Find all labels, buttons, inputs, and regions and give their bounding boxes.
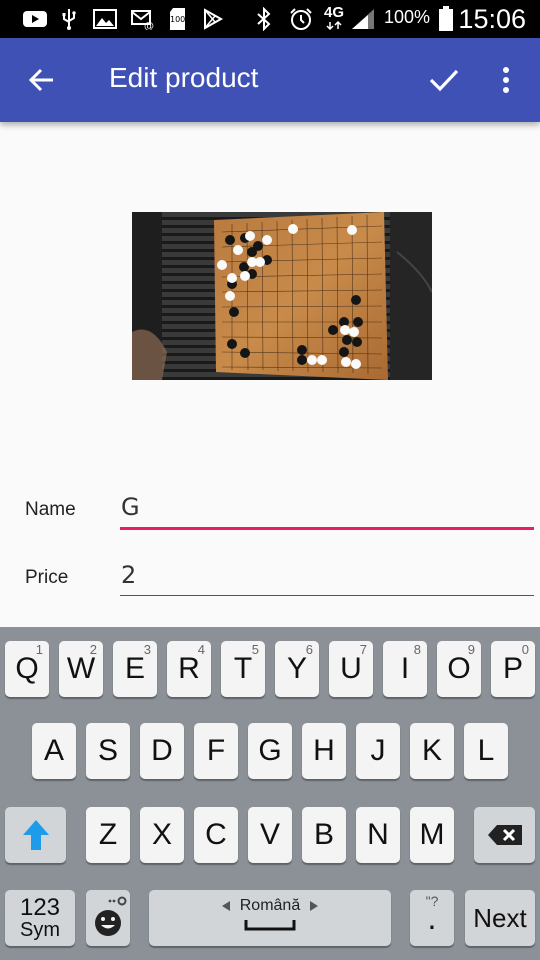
go-board-photo (132, 212, 432, 380)
back-button[interactable] (18, 60, 66, 100)
next-key[interactable]: Next (465, 890, 535, 946)
clock: 15:06 (458, 4, 526, 34)
keyboard: 1Q 2W 3E 4R 5T 6Y 7U 8I 9O 0P A S D F G … (0, 627, 540, 960)
shift-arrow-icon (22, 820, 49, 850)
notification-badge: 100 (170, 15, 186, 24)
save-button[interactable] (420, 58, 468, 102)
backspace-icon (487, 825, 522, 845)
space-key[interactable]: Română (149, 890, 391, 946)
key-k[interactable]: K (410, 723, 454, 779)
key-v[interactable]: V (248, 807, 292, 863)
price-label: Price (25, 567, 69, 588)
svg-text:@: @ (144, 21, 154, 30)
network-4g-icon: 4G (324, 4, 348, 30)
price-input[interactable] (120, 552, 534, 598)
check-icon (429, 69, 459, 92)
key-h[interactable]: H (302, 723, 346, 779)
key-y[interactable]: 6Y (275, 641, 319, 697)
key-m[interactable]: M (410, 807, 454, 863)
youtube-icon (22, 8, 48, 30)
space-bar-icon (244, 920, 296, 931)
key-t[interactable]: 5T (221, 641, 265, 697)
email-icon: @ (130, 8, 156, 30)
key-l[interactable]: L (464, 723, 508, 779)
status-bar: @ 100 4G 100% 15:06 (0, 0, 540, 38)
symbols-key[interactable]: 123 Sym (5, 890, 75, 946)
overflow-menu-button[interactable] (486, 58, 526, 102)
key-w[interactable]: 2W (59, 641, 103, 697)
key-z[interactable]: Z (86, 807, 130, 863)
symbols-key-top: 123 (19, 894, 61, 921)
symbols-key-bottom: Sym (20, 919, 60, 941)
name-underline (120, 527, 534, 530)
language-next-icon (310, 901, 319, 911)
emoji-icon (95, 896, 127, 936)
punctuation-key[interactable]: "? . (410, 890, 454, 946)
key-q[interactable]: 1Q (5, 641, 49, 697)
space-language-label: Română (239, 897, 301, 914)
battery-percent: 100% (384, 7, 431, 27)
key-n[interactable]: N (356, 807, 400, 863)
key-f[interactable]: F (194, 723, 238, 779)
key-c[interactable]: C (194, 807, 238, 863)
price-underline (120, 595, 534, 596)
name-input[interactable] (120, 484, 534, 530)
signal-icon (350, 8, 376, 30)
emoji-key[interactable] (86, 890, 130, 946)
play-store-icon (202, 8, 224, 30)
key-u[interactable]: 7U (329, 641, 373, 697)
language-prev-icon (221, 901, 230, 911)
key-j[interactable]: J (356, 723, 400, 779)
bluetooth-icon (254, 7, 274, 31)
product-image[interactable] (132, 212, 432, 380)
key-s[interactable]: S (86, 723, 130, 779)
key-e[interactable]: 3E (113, 641, 157, 697)
key-x[interactable]: X (140, 807, 184, 863)
app-bar: Edit product (0, 38, 540, 122)
key-a[interactable]: A (32, 723, 76, 779)
key-b[interactable]: B (302, 807, 346, 863)
sd-card-icon: 100 (168, 8, 188, 30)
key-g[interactable]: G (248, 723, 292, 779)
punctuation-key-main: . (427, 900, 437, 936)
key-o[interactable]: 9O (437, 641, 481, 697)
page-title: Edit product (109, 62, 259, 93)
next-key-label: Next (473, 902, 527, 933)
more-vert-icon (503, 67, 509, 93)
image-icon (92, 8, 118, 30)
battery-icon (438, 6, 454, 31)
name-label: Name (25, 499, 76, 520)
key-r[interactable]: 4R (167, 641, 211, 697)
key-i[interactable]: 8I (383, 641, 427, 697)
shift-key[interactable] (5, 807, 66, 863)
usb-icon (58, 8, 80, 30)
alarm-icon (288, 8, 314, 30)
arrow-back-icon (28, 68, 53, 92)
backspace-key[interactable] (474, 807, 535, 863)
key-d[interactable]: D (140, 723, 184, 779)
key-p[interactable]: 0P (491, 641, 535, 697)
